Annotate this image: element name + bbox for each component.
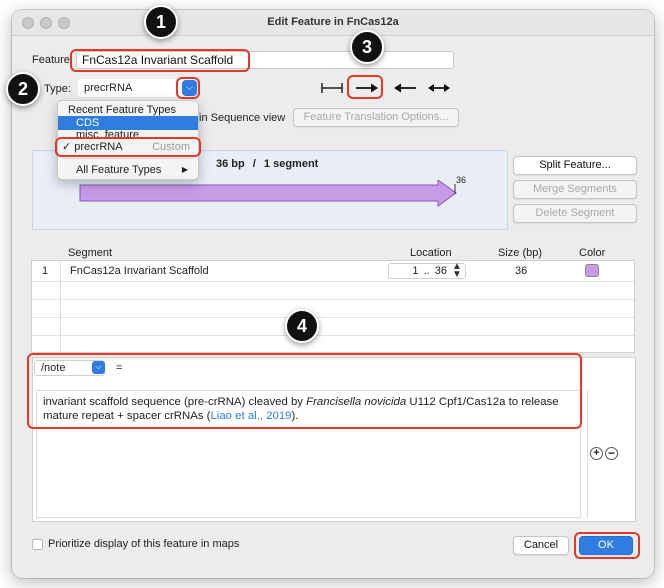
map-summary-separator: /	[252, 158, 256, 170]
submenu-arrow-icon: ▶	[181, 165, 188, 174]
no-direction-icon[interactable]	[320, 80, 344, 96]
menu-item-all-feature-types[interactable]: All Feature Types ▶	[58, 163, 198, 177]
type-select-value: precrRNA	[84, 82, 133, 94]
segment-color-swatch[interactable]	[585, 264, 599, 277]
split-feature-button[interactable]: Split Feature...	[513, 156, 637, 175]
map-end-tick	[454, 184, 456, 194]
sequence-view-label: in Sequence view	[199, 112, 286, 124]
bidirectional-icon[interactable]	[426, 80, 452, 96]
map-summary: 36 bp / 1 segment	[216, 158, 318, 170]
prioritize-checkbox[interactable]	[32, 539, 43, 550]
map-summary-bp: 36 bp	[216, 158, 245, 170]
menu-header: Recent Feature Types	[68, 104, 177, 116]
table-gridline	[32, 299, 634, 300]
table-gridline	[32, 317, 634, 318]
all-feature-types-label: All Feature Types	[76, 164, 162, 176]
feature-translation-options-button[interactable]: Feature Translation Options...	[293, 108, 459, 127]
add-qualifier-icon[interactable]: +	[590, 447, 603, 460]
location-stepper-icon[interactable]: ▲ ▼	[452, 262, 462, 280]
feature-label: Feature:	[32, 54, 73, 66]
map-end-label: 36	[456, 175, 467, 185]
menu-separator	[64, 158, 192, 159]
table-gridline	[32, 335, 634, 336]
callout-2: 2	[6, 72, 40, 106]
location-separator: ..	[423, 265, 430, 277]
type-select[interactable]: precrRNA	[78, 79, 186, 97]
menu-item-cds[interactable]: CDS	[58, 116, 198, 130]
table-gridline	[32, 281, 634, 282]
segment-table: 1 FnCas12a Invariant Scaffold 1 .. 36 ▲ ▼…	[31, 260, 635, 353]
merge-segments-button[interactable]: Merge Segments	[513, 180, 637, 199]
remove-qualifier-icon[interactable]: −	[605, 447, 618, 460]
highlight-forward-direction	[347, 75, 383, 99]
row-index: 1	[42, 265, 49, 277]
callout-4: 4	[285, 309, 319, 343]
location-start: 1	[412, 265, 419, 277]
highlight-ok-button	[574, 532, 640, 559]
edit-feature-dialog: Edit Feature in FnCas12a Feature: FnCas1…	[12, 10, 654, 578]
map-summary-segments: 1 segment	[263, 158, 319, 170]
size-column-header: Size (bp)	[498, 247, 543, 259]
cancel-button[interactable]: Cancel	[513, 536, 569, 555]
table-row[interactable]: 1 FnCas12a Invariant Scaffold 1 .. 36 ▲ ▼…	[32, 261, 634, 281]
location-end: 36	[434, 265, 447, 277]
type-label: Type:	[44, 83, 71, 95]
location-column-header: Location	[410, 247, 452, 259]
reverse-direction-icon[interactable]	[392, 80, 418, 96]
callout-3: 3	[350, 30, 384, 64]
highlight-precrrna-item	[55, 137, 201, 157]
note-divider	[587, 390, 588, 518]
highlight-type-dropdown	[176, 77, 200, 99]
highlight-feature-name	[70, 49, 250, 72]
highlight-note	[27, 353, 582, 429]
feature-arrow[interactable]	[72, 180, 462, 208]
color-column-header: Color	[579, 247, 606, 259]
callout-1: 1	[144, 5, 178, 39]
prioritize-label: Prioritize display of this feature in ma…	[48, 538, 240, 550]
delete-segment-button[interactable]: Delete Segment	[513, 204, 637, 223]
row-size: 36	[515, 265, 528, 277]
row-segment-name: FnCas12a Invariant Scaffold	[70, 265, 209, 277]
title-bar: Edit Feature in FnCas12a	[12, 10, 654, 36]
segment-column-header: Segment	[68, 247, 113, 259]
window-title: Edit Feature in FnCas12a	[267, 16, 399, 28]
